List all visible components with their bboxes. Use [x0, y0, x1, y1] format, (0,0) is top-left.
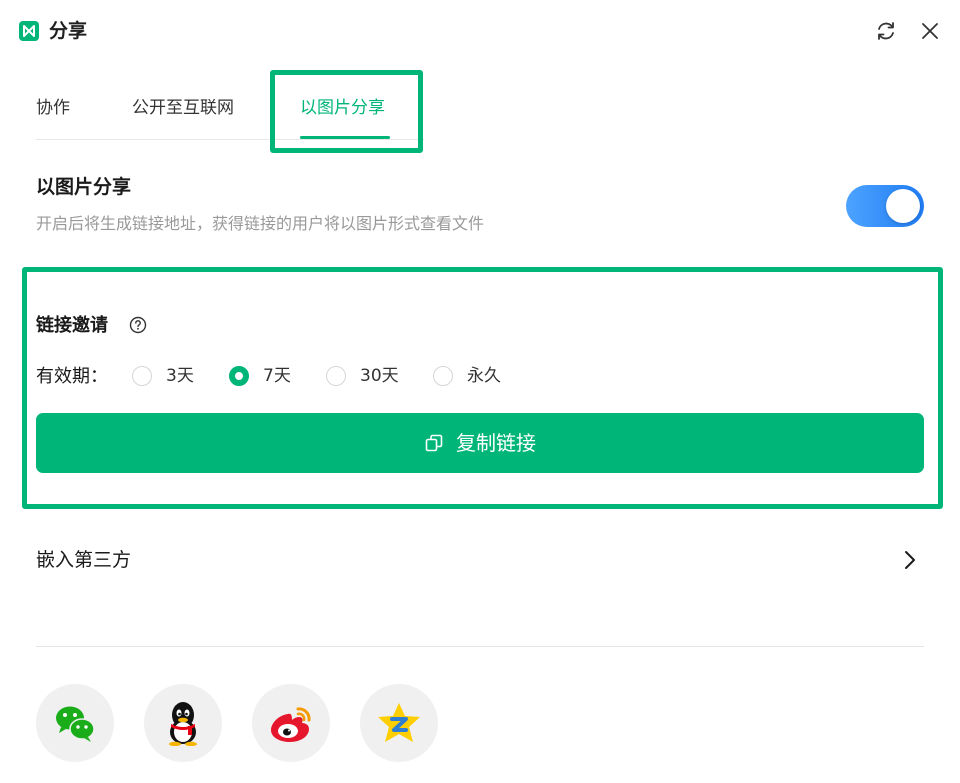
share-wechat-button[interactable] [36, 684, 114, 762]
radio-label: 30天 [360, 366, 399, 386]
window-title: 分享 [49, 20, 88, 42]
radio-label: 7天 [263, 366, 291, 386]
embed-third-party-row[interactable]: 嵌入第三方 [36, 530, 924, 590]
share-tabs: 协作 公开至互联网 以图片分享 [36, 70, 924, 153]
image-share-title: 以图片分享 [36, 176, 132, 198]
validity-option-permanent[interactable]: 永久 [433, 363, 501, 389]
embed-third-party-label: 嵌入第三方 [36, 549, 132, 571]
toggle-knob [886, 189, 920, 223]
weibo-icon [271, 707, 311, 742]
copy-link-button[interactable]: 复制链接 [36, 413, 924, 473]
qq-icon [169, 702, 197, 746]
validity-option-7-days[interactable]: 7天 [229, 363, 291, 389]
validity-option-30-days[interactable]: 30天 [326, 363, 399, 389]
radio-label: 3天 [166, 366, 194, 386]
image-share-toggle[interactable] [846, 185, 924, 227]
radio-circle [132, 366, 152, 386]
tab-highlight-box [270, 70, 423, 153]
tab-public-internet[interactable]: 公开至互联网 [132, 96, 234, 120]
close-button[interactable] [916, 17, 944, 45]
close-icon [922, 23, 938, 39]
image-share-description: 开启后将生成链接地址，获得链接的用户将以图片形式查看文件 [36, 214, 485, 233]
qzone-icon [378, 703, 420, 742]
question-circle-icon[interactable] [129, 316, 147, 334]
app-logo-icon [19, 21, 39, 41]
radio-circle-checked [229, 366, 249, 386]
share-qzone-button[interactable] [360, 684, 438, 762]
validity-option-3-days[interactable]: 3天 [132, 363, 194, 389]
radio-circle [433, 366, 453, 386]
radio-circle [326, 366, 346, 386]
wechat-icon [56, 706, 95, 742]
section-divider [36, 646, 924, 647]
copy-icon [425, 434, 443, 452]
share-qq-button[interactable] [144, 684, 222, 762]
title-bar: 分享 [0, 0, 960, 62]
radio-label: 永久 [467, 366, 501, 386]
chevron-right-icon [905, 551, 915, 569]
validity-label: 有效期： [36, 366, 108, 387]
copy-link-label: 复制链接 [456, 431, 536, 455]
refresh-button[interactable] [872, 17, 900, 45]
tab-collaborate[interactable]: 协作 [36, 96, 70, 120]
link-invite-title: 链接邀请 [36, 315, 108, 336]
share-weibo-button[interactable] [252, 684, 330, 762]
refresh-icon [878, 22, 894, 40]
